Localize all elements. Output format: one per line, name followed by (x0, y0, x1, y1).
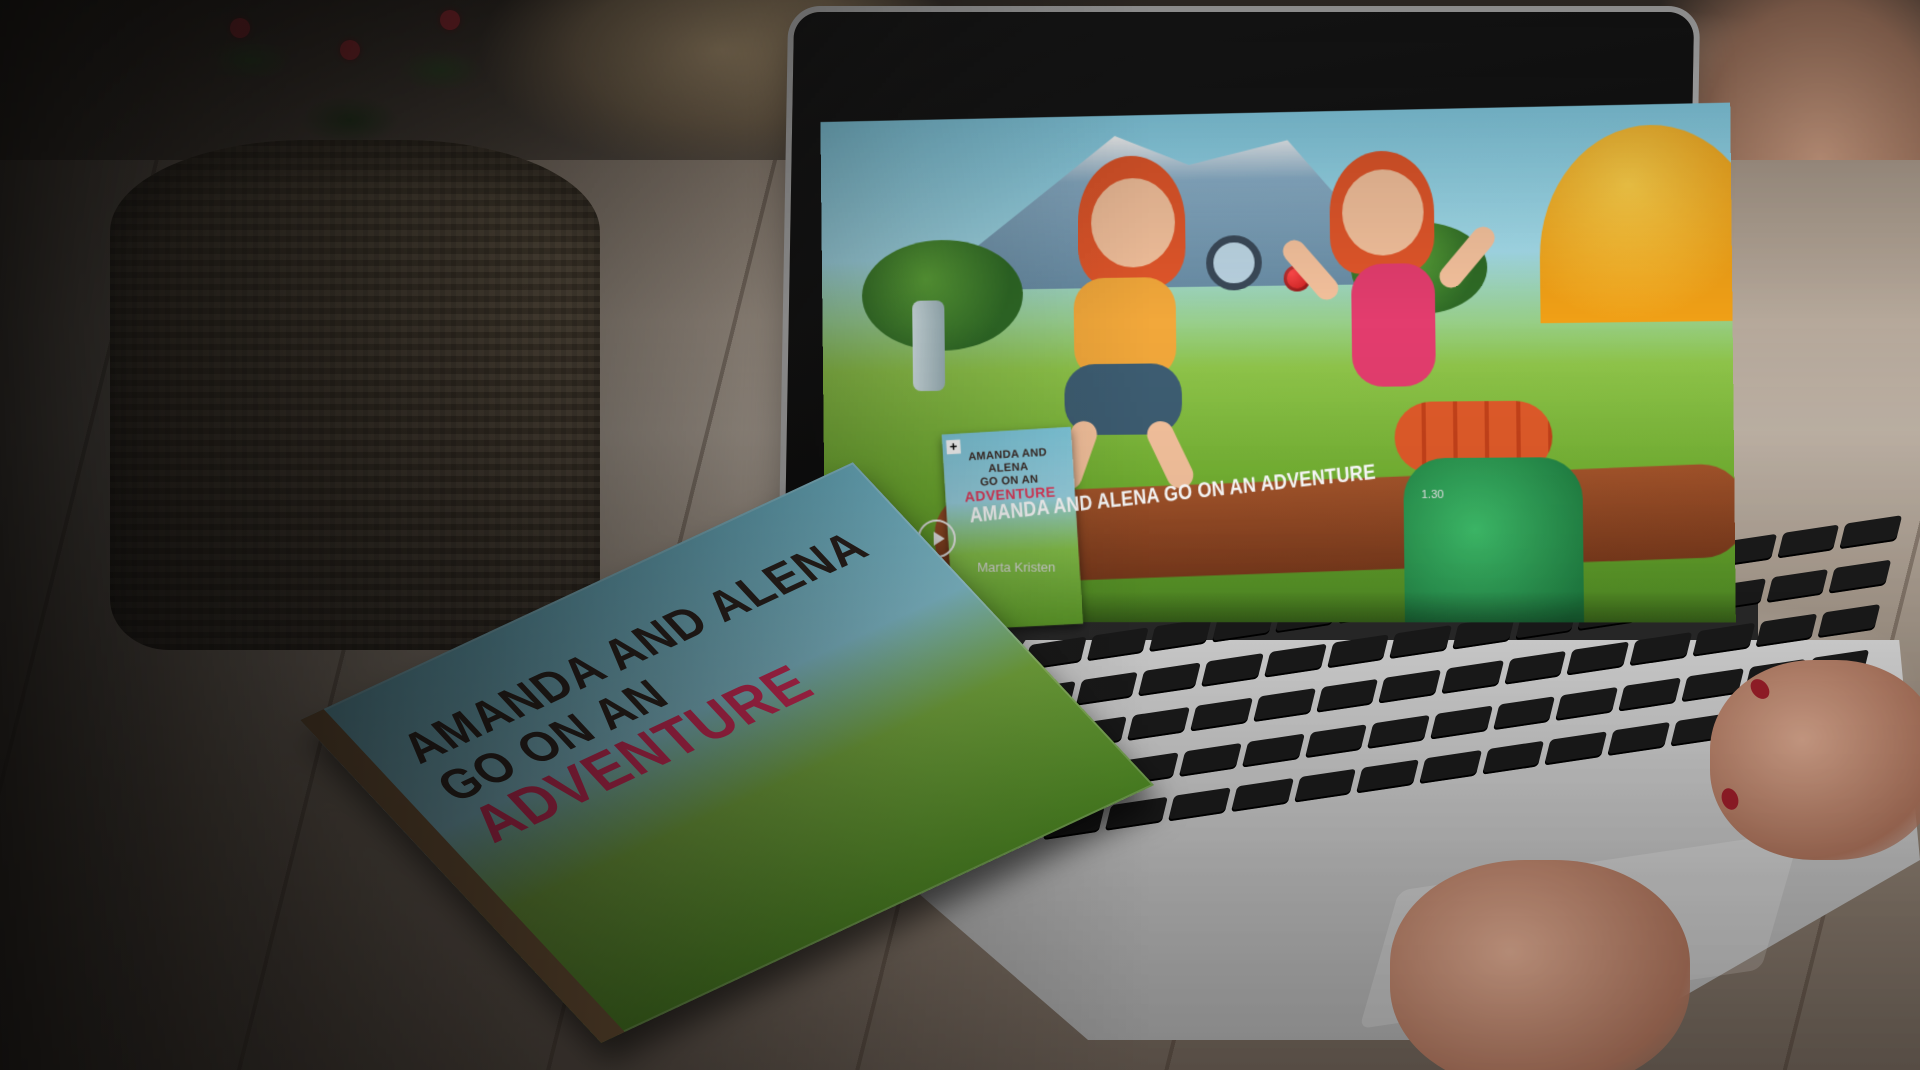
keyboard-key (1765, 569, 1829, 604)
keyboard-key (1241, 733, 1305, 768)
left-hand (1390, 860, 1690, 1070)
keyboard-key (1367, 714, 1431, 749)
keyboard-key (1190, 697, 1253, 732)
keyboard-key (1430, 705, 1493, 740)
flower (340, 40, 360, 60)
girl-dress (1351, 262, 1436, 387)
keyboard-key (1607, 721, 1671, 756)
keyboard-key (1356, 759, 1420, 794)
flower (230, 18, 250, 38)
keyboard-key (1179, 742, 1242, 777)
tent (1538, 122, 1736, 324)
video-duration: 1.30 (1421, 488, 1444, 502)
thumbnail-title-line1: AMANDA AND ALENA (967, 446, 1048, 476)
keyboard-key (1754, 613, 1818, 648)
keyboard-key (1127, 707, 1191, 742)
play-icon (933, 531, 945, 546)
keyboard-key (1230, 777, 1294, 812)
thermos (912, 300, 946, 392)
keyboard-key (1481, 740, 1545, 775)
keyboard-key (1828, 559, 1892, 594)
keyboard-key (1419, 749, 1482, 784)
keyboard-key (1544, 731, 1608, 766)
keyboard-key (1293, 768, 1357, 803)
woven-basket (110, 140, 600, 650)
keyboard-key (1168, 787, 1231, 822)
photo-scene: + AMANDA AND ALENA GO ON AN ADVENTURE AM… (0, 0, 1920, 1070)
flower (440, 10, 460, 30)
video-author: Marta Kristen (977, 559, 1056, 575)
keyboard-key (1817, 604, 1881, 639)
right-hand (1710, 660, 1920, 860)
keyboard-key (1304, 723, 1368, 758)
